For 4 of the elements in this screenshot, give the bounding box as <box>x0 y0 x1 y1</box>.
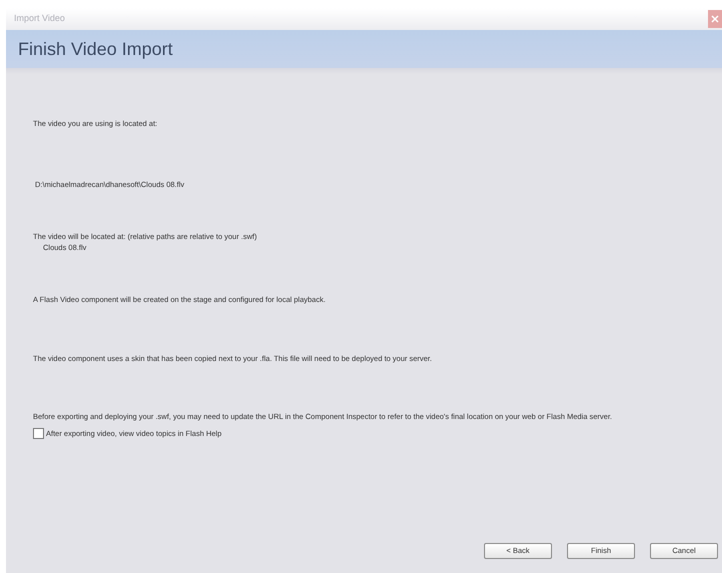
close-icon <box>711 15 719 23</box>
header-title: Finish Video Import <box>18 38 173 61</box>
window-title: Import Video <box>14 12 65 26</box>
checkbox[interactable] <box>33 428 44 440</box>
